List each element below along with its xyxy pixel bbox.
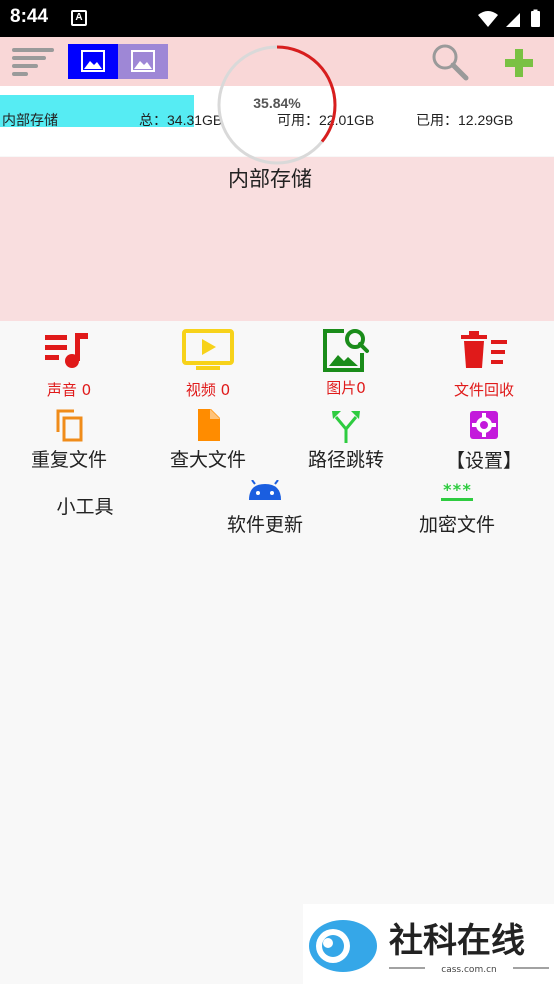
tool-encrypt-label: 加密文件 <box>418 514 495 536</box>
status-bar: 8:44 A <box>0 0 554 37</box>
copy-icon <box>56 409 83 442</box>
battery-icon <box>531 11 540 27</box>
watermark: 社科在线 cass.com.cn <box>303 904 554 984</box>
sort-lines-icon[interactable] <box>12 46 56 76</box>
plus-icon[interactable] <box>504 48 534 78</box>
small-tools-label: 小工具 <box>56 496 114 518</box>
status-time: 8:44 <box>10 6 49 27</box>
tool-settings-label: 【设置】 <box>445 450 522 472</box>
file-icon <box>198 409 220 441</box>
category-audio-label: 声音 0 <box>46 381 92 399</box>
video-play-icon <box>182 329 234 370</box>
music-list-icon <box>45 333 88 368</box>
tool-big-files-label: 查大文件 <box>169 449 246 471</box>
tool-path-jump[interactable]: 路径跳转 <box>281 409 411 472</box>
tool-duplicates[interactable]: 重复文件 <box>4 408 134 472</box>
tool-path-jump-label: 路径跳转 <box>307 449 384 471</box>
android-icon <box>249 480 281 500</box>
wifi-icon <box>478 11 498 27</box>
tool-big-files[interactable]: 查大文件 <box>143 409 273 472</box>
storage-total: 总：34.31GB <box>139 112 223 128</box>
watermark-url: cass.com.cn <box>441 965 496 975</box>
category-video[interactable]: 视频 0 <box>143 329 273 400</box>
category-images[interactable]: 图片0 <box>281 327 411 398</box>
merge-arrows-icon <box>332 411 360 443</box>
tool-duplicates-label: 重复文件 <box>30 449 107 471</box>
usage-title: 内部存储 <box>228 167 312 191</box>
notification-icon: A <box>71 10 87 26</box>
tool-settings[interactable]: 【设置】 <box>419 410 549 473</box>
settings-icon <box>470 411 498 439</box>
category-recycle[interactable]: 文件回收 <box>419 330 549 400</box>
image-view-icon[interactable] <box>68 44 118 79</box>
search-icon[interactable] <box>430 42 470 82</box>
signal-icon <box>506 13 520 27</box>
small-tools[interactable]: 小工具 <box>20 492 150 519</box>
category-images-label: 图片0 <box>326 379 366 397</box>
tool-update[interactable]: 软件更新 <box>200 480 330 537</box>
usage-percent: 35.84% <box>253 95 301 111</box>
image-search-icon <box>323 329 369 372</box>
password-icon: *** <box>441 482 473 501</box>
tool-encrypt[interactable]: *** 加密文件 <box>392 482 522 537</box>
category-recycle-label: 文件回收 <box>453 381 514 399</box>
storage-name: 内部存储 <box>2 112 58 128</box>
category-video-label: 视频 0 <box>185 381 231 399</box>
usage-panel[interactable]: 内部存储 <box>0 157 554 321</box>
tool-update-label: 软件更新 <box>226 514 303 536</box>
svg-text:***: *** <box>443 482 472 499</box>
watermark-logo: 社科在线 cass.com.cn <box>309 920 549 975</box>
watermark-brand: 社科在线 <box>389 921 525 961</box>
status-icons <box>478 9 540 27</box>
image-view-alt-icon[interactable] <box>118 44 168 79</box>
storage-used: 已用：12.29GB <box>416 112 514 128</box>
category-audio[interactable]: 声音 0 <box>4 331 134 400</box>
trash-list-icon <box>461 331 507 368</box>
